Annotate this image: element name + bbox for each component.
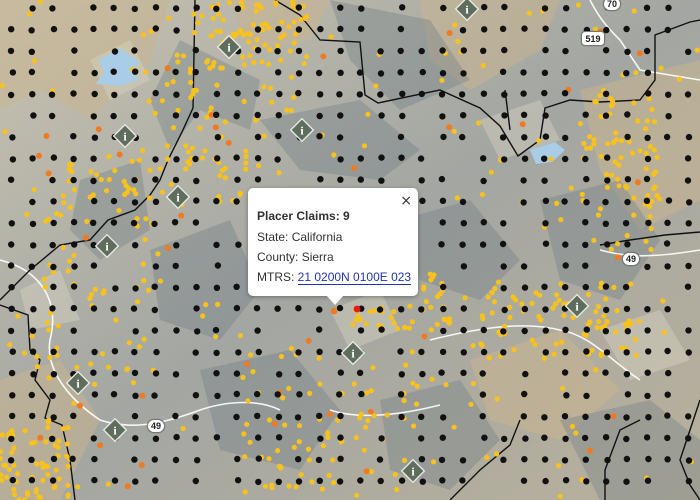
info-i-diamond-icon[interactable]: i	[165, 184, 191, 210]
info-i-diamond-icon[interactable]: i	[102, 417, 128, 443]
route-519-label: 519	[585, 33, 601, 44]
route-70-shield: 70	[603, 0, 621, 11]
route-49-label: 49	[625, 254, 636, 264]
info-i-diamond-icon[interactable]: i	[65, 370, 91, 396]
info-i-diamond-icon[interactable]: i	[94, 233, 120, 259]
info-i-diamond-icon[interactable]: i	[289, 117, 315, 143]
info-i-diamond-icon[interactable]: i	[216, 34, 242, 60]
route-49-label: 49	[150, 421, 161, 431]
route-70-label: 70	[606, 0, 617, 9]
popup-county: County: Sierra	[257, 250, 334, 264]
popup-title: Placer Claims: 9	[257, 209, 350, 223]
route-49-shield-west: 49	[147, 419, 165, 433]
popup-tip	[326, 295, 344, 305]
info-i-diamond-icon[interactable]: i	[454, 0, 480, 22]
info-i-diamond-icon[interactable]: i	[400, 458, 426, 484]
info-i-diamond-icon[interactable]: i	[112, 123, 138, 149]
popup-mtrs: MTRS: 21 0200N 0100E 023	[257, 270, 412, 285]
route-49-shield-east: 49	[622, 252, 640, 266]
info-i-diamond-icon[interactable]: i	[564, 293, 590, 319]
mtrs-label: MTRS:	[257, 270, 298, 284]
close-icon[interactable]: ×	[400, 194, 412, 208]
route-519-shield: 519	[581, 31, 605, 46]
claim-popup: × Placer Claims: 9 State: California Cou…	[248, 188, 418, 305]
mtrs-link[interactable]: 21 0200N 0100E 023	[297, 270, 412, 285]
info-i-diamond-icon[interactable]: i	[340, 340, 366, 366]
popup-state: State: California	[257, 230, 343, 244]
claims-map[interactable]: iiiiiiiiiii 70 519 49 49 × Placer Claims…	[0, 0, 700, 500]
